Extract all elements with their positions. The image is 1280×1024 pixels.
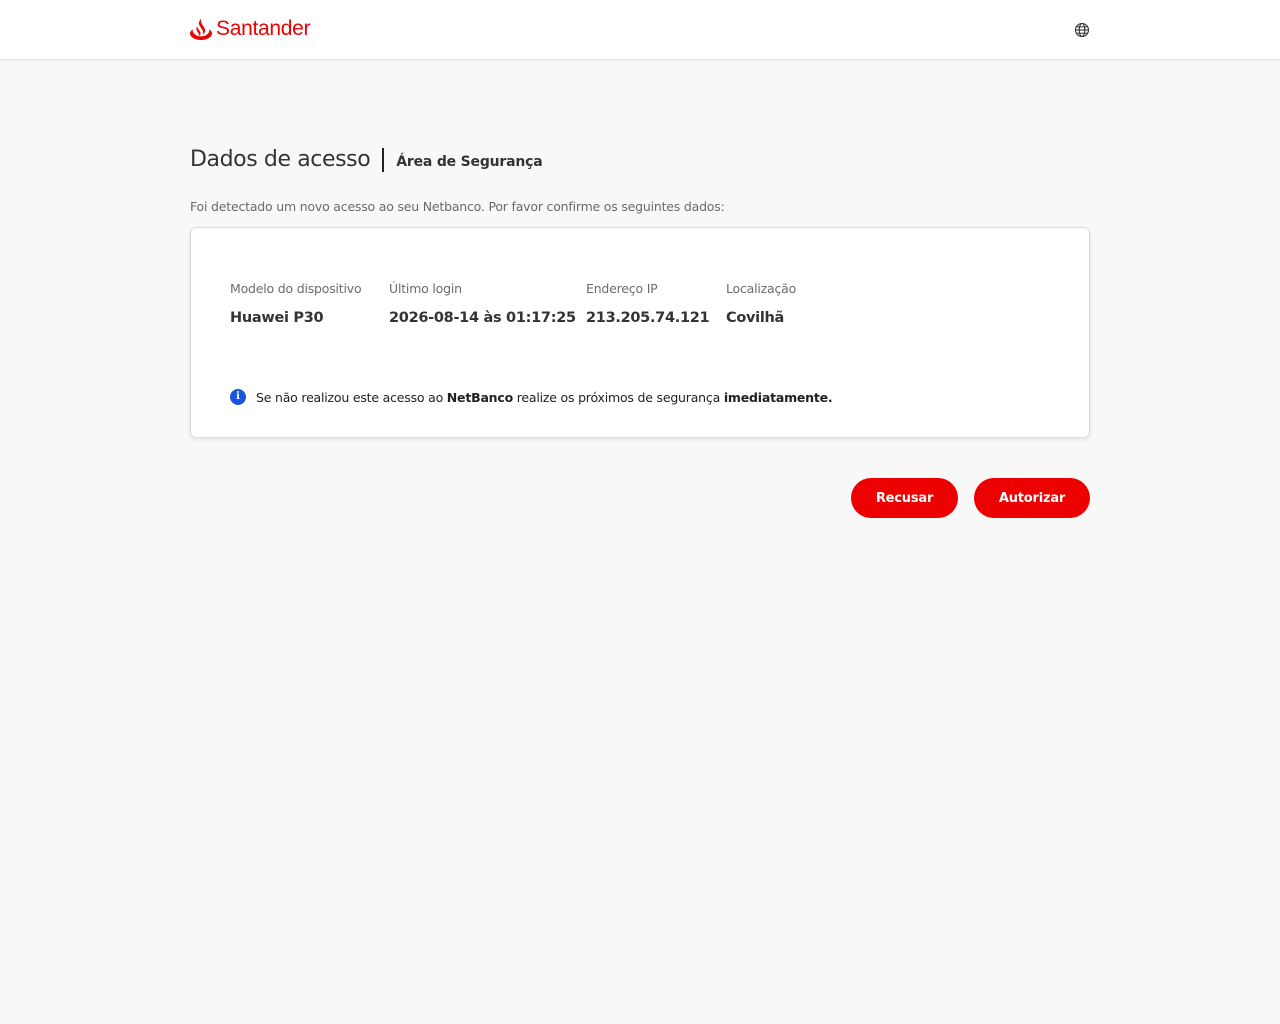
notice-part-1: Se não realizou este acesso ao [256, 389, 447, 405]
last-login-field: Último login 2026-08-14 às 01:17:25 [389, 281, 576, 327]
notice-netbanco: NetBanco [446, 389, 513, 405]
device-model-label: Modelo do dispositivo [230, 281, 362, 296]
location-field: Localização Covilhã [726, 281, 796, 327]
refuse-button[interactable]: Recusar [851, 478, 958, 518]
last-login-label: Último login [389, 281, 462, 296]
top-bar: Santander [0, 0, 1280, 60]
intro-text: Foi detectado um novo acesso ao seu Netb… [190, 199, 725, 214]
access-details-card: Modelo do dispositivo Huawei P30 Último … [190, 227, 1090, 438]
ip-address-value: 213.205.74.121 [586, 310, 710, 326]
santander-flame-icon [190, 18, 212, 40]
brand-name: Santander [216, 17, 311, 40]
security-notice-text: Se não realizou este acesso ao NetBanco … [256, 389, 833, 405]
notice-immediately: imediatamente. [723, 389, 833, 405]
santander-logo[interactable]: Santander [190, 16, 311, 42]
ip-address-field: Endereço IP 213.205.74.121 [586, 281, 710, 327]
page-subtitle: Área de Segurança [396, 154, 543, 170]
heading-divider [382, 148, 385, 172]
last-login-value: 2026-08-14 às 01:17:25 [389, 310, 576, 326]
globe-icon[interactable] [1074, 22, 1090, 38]
page-title: Dados de acesso [190, 147, 371, 172]
info-icon: i [230, 389, 246, 405]
ip-address-label: Endereço IP [586, 281, 658, 296]
authorize-button[interactable]: Autorizar [974, 478, 1090, 518]
location-label: Localização [726, 281, 797, 296]
notice-part-2: realize os próximos de segurança [512, 389, 724, 405]
device-model-field: Modelo do dispositivo Huawei P30 [230, 281, 362, 327]
page-heading: Dados de acesso Área de Segurança [190, 146, 543, 174]
device-model-value: Huawei P30 [230, 310, 324, 326]
security-notice: i Se não realizou este acesso ao NetBanc… [230, 389, 833, 405]
location-value: Covilhã [726, 310, 785, 326]
